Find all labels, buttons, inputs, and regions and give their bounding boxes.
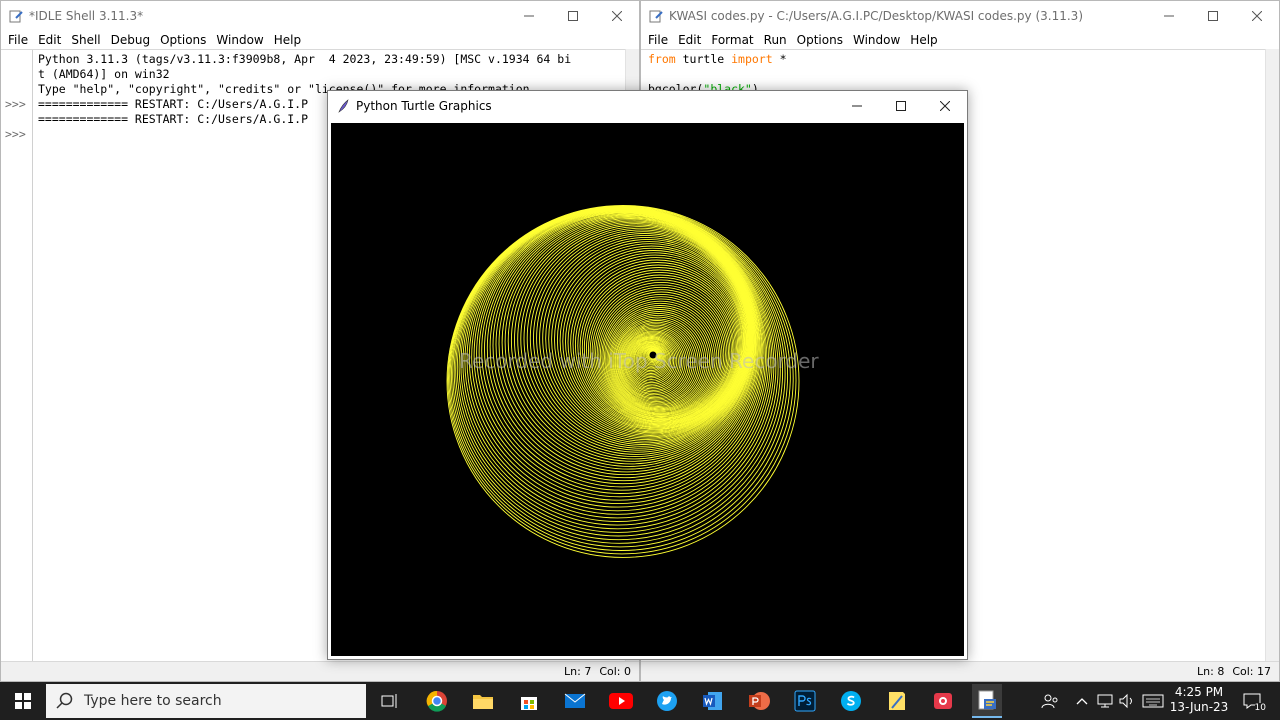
menu-window[interactable]: Window: [848, 33, 905, 47]
menu-file[interactable]: File: [643, 33, 673, 47]
shell-statusbar: Ln: 7 Col: 0: [1, 661, 639, 681]
menu-options[interactable]: Options: [155, 33, 211, 47]
editor-scrollbar[interactable]: [1265, 49, 1279, 661]
close-button[interactable]: [1235, 1, 1279, 31]
word-icon[interactable]: [698, 686, 728, 716]
editor-statusbar: Ln: 8 Col: 17: [641, 661, 1279, 681]
close-button[interactable]: [923, 91, 967, 121]
menu-run[interactable]: Run: [759, 33, 792, 47]
code-line: from turtle import *: [648, 52, 787, 67]
chrome-icon[interactable]: [422, 686, 452, 716]
minimize-button[interactable]: [507, 1, 551, 31]
shell-title: *IDLE Shell 3.11.3*: [29, 9, 144, 23]
photoshop-icon[interactable]: [790, 686, 820, 716]
menu-format[interactable]: Format: [706, 33, 758, 47]
close-button[interactable]: [595, 1, 639, 31]
notification-center-icon[interactable]: 10: [1236, 682, 1268, 720]
identifier: turtle: [675, 52, 732, 66]
recorder-watermark: Recorded with iTop Screen Recorder: [459, 349, 819, 373]
minimize-button[interactable]: [835, 91, 879, 121]
menu-shell[interactable]: Shell: [66, 33, 105, 47]
turtle-title: Python Turtle Graphics: [356, 99, 492, 113]
maximize-button[interactable]: [1191, 1, 1235, 31]
editor-line-number: Ln: 8: [1197, 665, 1225, 678]
identifier: *: [772, 52, 787, 66]
system-clock[interactable]: 4:25 PM 13-Jun-23: [1166, 685, 1232, 715]
menu-debug[interactable]: Debug: [106, 33, 155, 47]
clock-time: 4:25 PM: [1174, 685, 1224, 699]
shell-prompt: >>>: [5, 127, 26, 141]
minimize-button[interactable]: [1147, 1, 1191, 31]
sticky-notes-icon[interactable]: [882, 686, 912, 716]
file-explorer-icon[interactable]: [468, 686, 498, 716]
shell-prompt: >>>: [5, 97, 26, 111]
task-view-icon[interactable]: [375, 686, 405, 716]
shell-menubar: File Edit Shell Debug Options Window Hel…: [1, 31, 639, 49]
clock-date: 13-Jun-23: [1169, 700, 1229, 714]
editor-menubar: File Edit Format Run Options Window Help: [641, 31, 1279, 49]
editor-title: KWASI codes.py - C:/Users/A.G.I.PC/Deskt…: [669, 9, 1083, 23]
chevron-up-icon[interactable]: [1072, 682, 1092, 720]
keyboard-icon[interactable]: [1140, 682, 1166, 720]
screen-recorder-icon[interactable]: [928, 686, 958, 716]
menu-edit[interactable]: Edit: [33, 33, 66, 47]
idle-taskbar-icon[interactable]: [972, 684, 1002, 718]
maximize-button[interactable]: [551, 1, 595, 31]
shell-column-number: Col: 0: [599, 665, 631, 678]
shell-line: t (AMD64)] on win32: [38, 67, 170, 81]
keyword: from: [648, 52, 676, 66]
microsoft-store-icon[interactable]: [514, 686, 544, 716]
spiral-drawing: [446, 204, 800, 558]
feather-icon: [338, 99, 349, 113]
prompt-gutter: >>> >>>: [1, 50, 33, 661]
python-file-icon: [649, 10, 663, 23]
twitter-icon[interactable]: [652, 686, 682, 716]
menu-options[interactable]: Options: [792, 33, 848, 47]
menu-help[interactable]: Help: [905, 33, 942, 47]
search-icon: [56, 692, 73, 709]
network-icon[interactable]: [1094, 682, 1116, 720]
menu-edit[interactable]: Edit: [673, 33, 706, 47]
maximize-button[interactable]: [879, 91, 923, 121]
notification-count: 10: [1254, 703, 1266, 713]
volume-icon[interactable]: [1116, 682, 1138, 720]
turtle-canvas[interactable]: Recorded with iTop Screen Recorder: [331, 123, 964, 656]
keyword: import: [731, 52, 773, 66]
search-placeholder: Type here to search: [84, 693, 222, 709]
windows-taskbar: Type here to search 4:25 PM 13-Jun-23 10: [0, 682, 1280, 720]
turtle-titlebar[interactable]: Python Turtle Graphics: [328, 91, 967, 121]
start-button[interactable]: [0, 682, 46, 720]
menu-window[interactable]: Window: [211, 33, 268, 47]
turtle-graphics-window[interactable]: Python Turtle Graphics Recorded with iTo…: [327, 90, 968, 660]
menu-file[interactable]: File: [3, 33, 33, 47]
youtube-icon[interactable]: [606, 686, 636, 716]
menu-help[interactable]: Help: [269, 33, 306, 47]
shell-line: Python 3.11.3 (tags/v3.11.3:f3909b8, Apr…: [38, 52, 572, 66]
skype-icon[interactable]: [836, 686, 866, 716]
editor-column-number: Col: 17: [1232, 665, 1271, 678]
powerpoint-icon[interactable]: [744, 686, 774, 716]
editor-titlebar[interactable]: KWASI codes.py - C:/Users/A.G.I.PC/Deskt…: [641, 1, 1279, 31]
shell-titlebar[interactable]: *IDLE Shell 3.11.3*: [1, 1, 639, 31]
windows-logo-icon: [15, 693, 31, 709]
mail-icon[interactable]: [560, 686, 590, 716]
taskbar-search-box[interactable]: Type here to search: [46, 684, 366, 718]
idle-app-icon: [9, 10, 23, 23]
people-icon[interactable]: [1036, 682, 1064, 720]
shell-line-number: Ln: 7: [564, 665, 592, 678]
